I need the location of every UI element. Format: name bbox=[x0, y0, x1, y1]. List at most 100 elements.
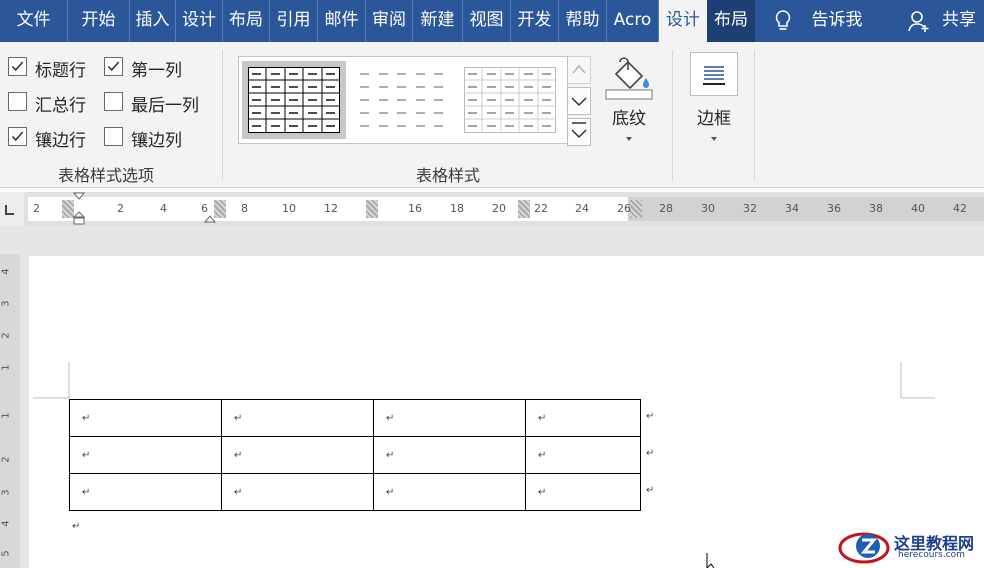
share-button[interactable]: 共享 bbox=[936, 0, 982, 42]
end-of-row-mark: ↵ bbox=[646, 485, 655, 496]
tab-help[interactable]: 帮助 bbox=[559, 0, 607, 42]
site-watermark: 这里教程网 herecours.com bbox=[838, 528, 984, 568]
column-marker[interactable] bbox=[366, 200, 378, 218]
tab-developer[interactable]: 开发 bbox=[511, 0, 559, 42]
table-cell[interactable]: ↵ bbox=[373, 399, 526, 437]
table-cell[interactable]: ↵ bbox=[69, 399, 222, 437]
first-column-label: 第一列 bbox=[131, 61, 182, 81]
ruler-tick: 10 bbox=[282, 202, 296, 215]
table-style-grid-light[interactable] bbox=[458, 61, 562, 139]
site-logo-icon bbox=[838, 532, 890, 564]
ruler-tick: 2 bbox=[33, 202, 40, 215]
shading-label: 底纹 bbox=[612, 109, 646, 129]
table-grid-icon bbox=[248, 67, 340, 133]
table-cell[interactable]: ↵ bbox=[69, 473, 222, 511]
ruler-tick: 3 bbox=[0, 300, 12, 307]
borders-icon bbox=[690, 52, 738, 96]
table-plain-icon bbox=[360, 73, 443, 127]
banded-rows-checkbox[interactable] bbox=[8, 127, 27, 146]
ruler-tick: 2 bbox=[117, 202, 124, 215]
ribbon: 标题行 第一列 汇总行 最后一列 镶边行 镶边列 表格样式选项 表格样式 底纹 … bbox=[0, 42, 984, 188]
paragraph-mark: ↵ bbox=[72, 521, 81, 532]
vertical-ruler[interactable]: 4 3 2 1 1 2 3 4 5 bbox=[0, 254, 20, 568]
table-cell[interactable]: ↵ bbox=[373, 436, 526, 474]
table-style-options-group-label: 表格样式选项 bbox=[57, 166, 154, 185]
tab-home[interactable]: 开始 bbox=[68, 0, 130, 42]
document-table[interactable]: ↵ ↵ ↵ ↵ ↵ ↵ ↵ ↵ ↵ ↵ ↵ ↵ bbox=[69, 399, 641, 511]
lightbulb-icon[interactable] bbox=[768, 0, 798, 42]
ruler-tick: 20 bbox=[492, 202, 506, 215]
table-row: ↵ ↵ ↵ ↵ bbox=[69, 473, 641, 511]
table-styles-gallery bbox=[238, 56, 568, 144]
tab-layout[interactable]: 布局 bbox=[223, 0, 270, 42]
tab-view[interactable]: 视图 bbox=[463, 0, 511, 42]
table-cell[interactable]: ↵ bbox=[525, 473, 641, 511]
horizontal-ruler[interactable]: 2 2 4 6 8 10 12 16 18 20 22 24 26 28 30 … bbox=[0, 192, 984, 226]
ruler-tick: 1 bbox=[0, 364, 12, 371]
end-of-row-mark: ↵ bbox=[646, 448, 655, 459]
first-column-checkbox[interactable] bbox=[104, 57, 123, 76]
ruler-tick: 3 bbox=[0, 489, 12, 496]
shading-button[interactable]: 底纹 bbox=[600, 52, 658, 152]
gallery-scroll-down-button[interactable] bbox=[567, 87, 591, 115]
table-cell[interactable]: ↵ bbox=[221, 399, 374, 437]
tab-file[interactable]: 文件 bbox=[0, 0, 68, 42]
tell-me-search[interactable]: 告诉我 bbox=[800, 0, 874, 42]
table-cell[interactable]: ↵ bbox=[69, 436, 222, 474]
group-divider bbox=[754, 50, 755, 180]
left-tab-icon bbox=[5, 205, 14, 215]
mouse-cursor-icon bbox=[706, 553, 715, 568]
total-row-checkbox[interactable] bbox=[8, 92, 27, 111]
table-style-plain-light[interactable] bbox=[350, 61, 454, 139]
tab-review[interactable]: 审阅 bbox=[366, 0, 413, 42]
header-row-label: 标题行 bbox=[35, 61, 86, 81]
indent-marker-icon[interactable] bbox=[72, 192, 86, 226]
table-style-grid-selected[interactable] bbox=[242, 61, 346, 139]
gallery-more-button[interactable] bbox=[567, 118, 591, 146]
table-row: ↵ ↵ ↵ ↵ bbox=[69, 399, 641, 437]
banded-columns-label: 镶边列 bbox=[131, 131, 182, 151]
tab-mailings[interactable]: 邮件 bbox=[318, 0, 366, 42]
ruler-tick: 2 bbox=[0, 456, 12, 463]
borders-button[interactable]: 边框 bbox=[688, 52, 740, 152]
last-column-label: 最后一列 bbox=[131, 96, 199, 116]
ruler-tick: 26 bbox=[617, 202, 631, 215]
paint-bucket-icon bbox=[605, 57, 653, 100]
borders-label: 边框 bbox=[697, 109, 731, 129]
table-styles-group-label: 表格样式 bbox=[415, 166, 480, 185]
tab-references[interactable]: 引用 bbox=[270, 0, 318, 42]
ruler-tick: 42 bbox=[953, 202, 967, 215]
column-marker[interactable] bbox=[518, 200, 530, 218]
dropdown-arrow-icon bbox=[626, 137, 632, 141]
tab-insert[interactable]: 插入 bbox=[130, 0, 176, 42]
table-cell[interactable]: ↵ bbox=[525, 436, 641, 474]
ruler-tick: 18 bbox=[450, 202, 464, 215]
last-column-checkbox[interactable] bbox=[104, 92, 123, 111]
gallery-scroll-up-button[interactable] bbox=[567, 56, 591, 84]
person-add-icon[interactable] bbox=[906, 0, 932, 42]
ruler-tick: 8 bbox=[241, 202, 248, 215]
ruler-tick: 5 bbox=[0, 550, 12, 557]
ruler-tick: 4 bbox=[0, 520, 12, 527]
tab-design[interactable]: 设计 bbox=[176, 0, 223, 42]
ruler-tick: 32 bbox=[743, 202, 757, 215]
table-cell[interactable]: ↵ bbox=[525, 399, 641, 437]
tab-table-layout[interactable]: 布局 bbox=[707, 0, 755, 42]
ruler-tick: 34 bbox=[785, 202, 799, 215]
table-cell[interactable]: ↵ bbox=[373, 473, 526, 511]
table-cell[interactable]: ↵ bbox=[221, 436, 374, 474]
tab-new[interactable]: 新建 bbox=[413, 0, 463, 42]
tab-acrobat[interactable]: Acro bbox=[607, 0, 659, 42]
tab-table-design[interactable]: 设计 bbox=[659, 0, 707, 42]
table-cell[interactable]: ↵ bbox=[221, 473, 374, 511]
column-marker[interactable] bbox=[630, 200, 642, 218]
total-row-label: 汇总行 bbox=[35, 96, 86, 116]
header-row-checkbox[interactable] bbox=[8, 57, 27, 76]
ruler-tick: 24 bbox=[575, 202, 589, 215]
tab-selector[interactable] bbox=[0, 192, 24, 226]
banded-columns-checkbox[interactable] bbox=[104, 127, 123, 146]
ruler-tick: 28 bbox=[659, 202, 673, 215]
ruler-tick: 16 bbox=[408, 202, 422, 215]
ruler-tick: 6 bbox=[201, 202, 208, 215]
end-of-row-mark: ↵ bbox=[646, 411, 655, 422]
